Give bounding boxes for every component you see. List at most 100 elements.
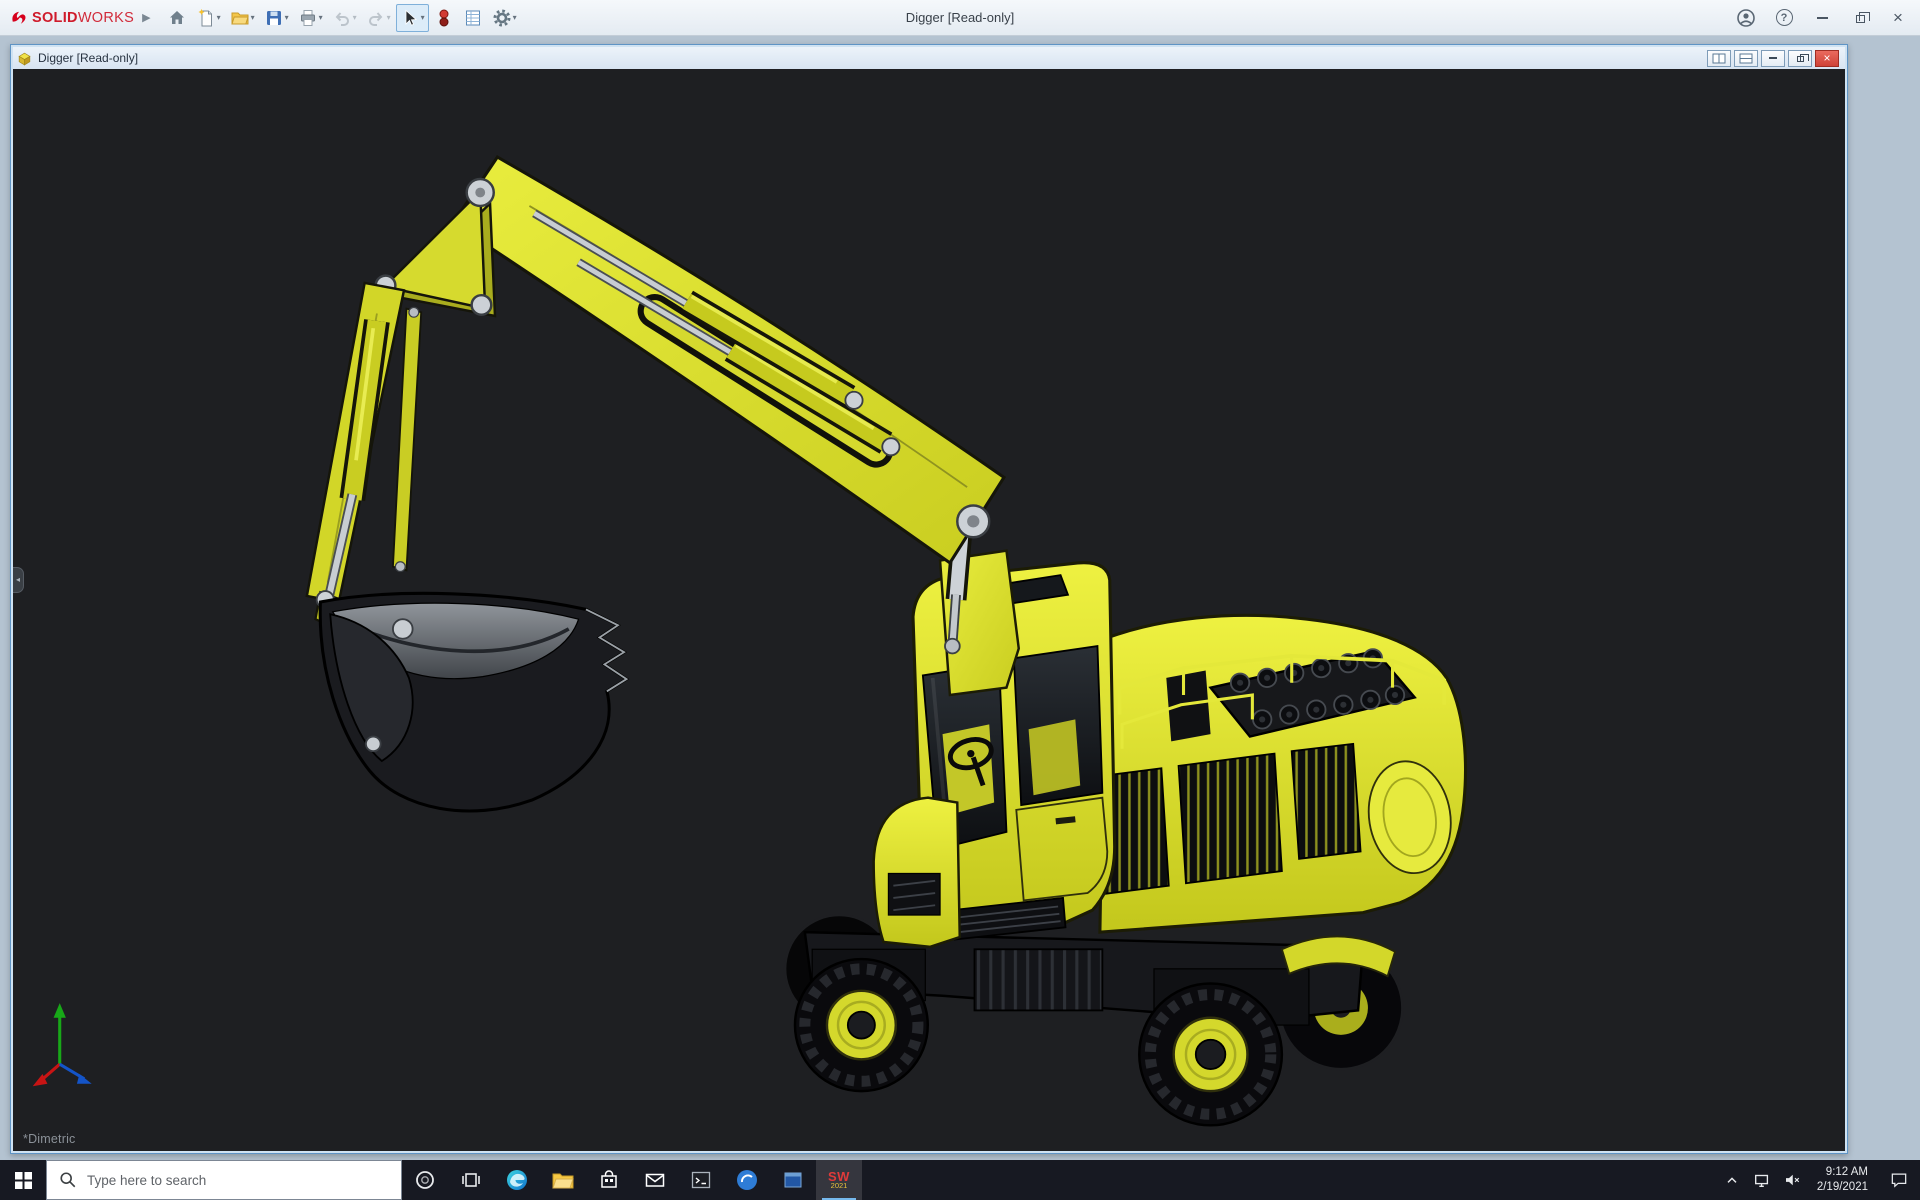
task-view-button[interactable]: [448, 1160, 494, 1200]
taskbar-app-mail[interactable]: [632, 1160, 678, 1200]
brand-solid: SOLID: [32, 10, 78, 26]
clock-date: 2/19/2021: [1817, 1180, 1868, 1195]
minimize-icon: [1817, 17, 1828, 19]
file-properties-icon: [463, 8, 483, 28]
print-icon: [298, 8, 318, 28]
document-window: Digger [Read-only] ×: [10, 44, 1848, 1154]
file-properties-button[interactable]: [459, 4, 487, 32]
view-orientation-label: *Dimetric: [23, 1132, 76, 1146]
app-window-controls: ? ×: [1728, 3, 1916, 33]
taskbar-app-file-explorer[interactable]: [540, 1160, 586, 1200]
app-close-button[interactable]: ×: [1880, 3, 1916, 33]
new-document-button[interactable]: ▾: [192, 4, 225, 32]
home-icon: [167, 8, 187, 28]
reference-triad-icon: [33, 1003, 92, 1086]
system-tray: 9:12 AM 2/19/2021: [1717, 1160, 1920, 1200]
taskbar-search[interactable]: [46, 1160, 402, 1200]
rebuild-icon: [434, 8, 454, 28]
app-titlebar: SOLIDWORKS ▶ ▾ ▾ ▾: [0, 0, 1920, 36]
print-button[interactable]: ▾: [294, 4, 327, 32]
close-icon: ×: [1893, 9, 1903, 26]
file-explorer-icon: [551, 1168, 575, 1192]
restore-icon: [1856, 15, 1865, 23]
account-button[interactable]: [1728, 3, 1764, 33]
home-button[interactable]: [163, 4, 191, 32]
brand-works: WORKS: [78, 10, 134, 26]
tray-volume[interactable]: [1777, 1160, 1807, 1200]
cortana-icon: [414, 1169, 436, 1191]
restore-icon: [1797, 56, 1804, 62]
rebuild-button[interactable]: [430, 4, 458, 32]
mail-icon: [643, 1168, 667, 1192]
action-center-icon: [1889, 1170, 1909, 1190]
redo-icon: [366, 8, 386, 28]
document-titlebar[interactable]: Digger [Read-only] ×: [13, 47, 1845, 69]
close-icon: ×: [1823, 52, 1830, 64]
clock-time: 9:12 AM: [1826, 1165, 1868, 1180]
pane-layout-button-1[interactable]: [1707, 50, 1731, 67]
command-window-icon: [689, 1168, 713, 1192]
gear-icon: [492, 8, 512, 28]
new-document-icon: [196, 8, 216, 28]
app-title: Digger [Read-only]: [906, 10, 1014, 25]
undo-button[interactable]: ▾: [328, 4, 361, 32]
options-button[interactable]: ▾: [488, 4, 521, 32]
edge-icon: [505, 1168, 529, 1192]
cortana-button[interactable]: [402, 1160, 448, 1200]
taskbar-app-store[interactable]: [586, 1160, 632, 1200]
doc-minimize-button[interactable]: [1761, 50, 1785, 67]
volume-muted-icon: [1783, 1171, 1801, 1189]
action-center-button[interactable]: [1878, 1160, 1920, 1200]
save-button[interactable]: ▾: [260, 4, 293, 32]
chevron-up-icon: [1724, 1172, 1740, 1188]
open-button[interactable]: ▾: [226, 4, 259, 32]
taskbar-app-edge[interactable]: [494, 1160, 540, 1200]
taskbar-app-command-window[interactable]: [678, 1160, 724, 1200]
blue-round-app-icon: [735, 1168, 759, 1192]
document-window-controls: ×: [1707, 50, 1841, 67]
graphics-viewport[interactable]: *Dimetric ◂: [13, 69, 1845, 1151]
windows-start-icon: [15, 1172, 32, 1189]
network-icon: [1753, 1171, 1771, 1189]
taskbar-app-blue-round[interactable]: [724, 1160, 770, 1200]
doc-restore-button[interactable]: [1788, 50, 1812, 67]
help-button[interactable]: ?: [1766, 3, 1802, 33]
start-button[interactable]: [0, 1160, 46, 1200]
select-tool-button[interactable]: ▾: [396, 4, 429, 32]
store-icon: [597, 1168, 621, 1192]
excavator-model[interactable]: [13, 69, 1845, 1151]
taskbar-clock[interactable]: 9:12 AM 2/19/2021: [1807, 1160, 1878, 1200]
search-icon: [59, 1171, 77, 1189]
part-document-icon: [17, 51, 32, 66]
task-view-icon: [460, 1169, 482, 1191]
taskbar-app-blue-window[interactable]: [770, 1160, 816, 1200]
menu-expander-arrow[interactable]: ▶: [142, 11, 150, 24]
save-icon: [264, 8, 284, 28]
minimize-icon: [1769, 57, 1777, 59]
select-arrow-icon: [400, 8, 420, 28]
taskbar-app-solidworks[interactable]: SW 2021: [816, 1160, 862, 1200]
solidworks-year-badge: 2021: [831, 1182, 848, 1190]
quick-access-toolbar: ▾ ▾ ▾ ▾ ▾: [163, 4, 521, 32]
open-folder-icon: [230, 8, 250, 28]
search-input[interactable]: [87, 1173, 389, 1188]
redo-button[interactable]: ▾: [362, 4, 395, 32]
doc-close-button[interactable]: ×: [1815, 50, 1839, 67]
blue-window-app-icon: [781, 1168, 805, 1192]
panel-collapse-tab[interactable]: ◂: [13, 567, 24, 593]
split-pane-horizontal-icon: [1739, 53, 1753, 64]
undo-icon: [332, 8, 352, 28]
user-account-icon: [1736, 8, 1756, 28]
desktop: SOLIDWORKS ▶ ▾ ▾ ▾: [0, 0, 1920, 1200]
solidworks-brand: SOLIDWORKS: [10, 9, 134, 27]
dassault-logo-icon: [10, 9, 28, 27]
app-restore-button[interactable]: [1842, 3, 1878, 33]
tray-show-hidden-icons[interactable]: [1717, 1160, 1747, 1200]
pane-layout-button-2[interactable]: [1734, 50, 1758, 67]
document-title: Digger [Read-only]: [38, 51, 138, 65]
help-icon: ?: [1776, 9, 1793, 26]
taskbar: SW 2021 9:12 AM 2/19/2021: [0, 1160, 1920, 1200]
split-pane-icon: [1712, 53, 1726, 64]
app-minimize-button[interactable]: [1804, 3, 1840, 33]
tray-network[interactable]: [1747, 1160, 1777, 1200]
